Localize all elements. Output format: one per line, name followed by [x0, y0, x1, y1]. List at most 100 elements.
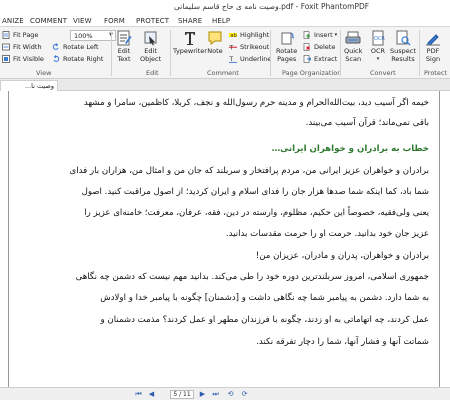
note-icon [208, 31, 222, 45]
chevron-down-icon: ▾ [334, 32, 338, 38]
text-line: خیمه اگر آسیب دید، بیت‌الله‌الحرام و مدی… [83, 98, 429, 108]
rotate-left-button[interactable]: Rotate Left [52, 42, 99, 52]
insert-page-icon [303, 31, 310, 39]
edit-text-button[interactable]: Edit Text [116, 30, 132, 63]
ribbon-separator [170, 30, 171, 76]
convert-group-label: Convert [370, 69, 396, 77]
menu-organize[interactable]: ANIZE [2, 17, 24, 25]
first-page-icon[interactable]: ⏮ [134, 390, 143, 399]
typewriter-button[interactable]: Typewriter [173, 30, 207, 56]
edit-group-label: Edit [146, 69, 159, 77]
edit-text-label-2: Text [117, 54, 131, 63]
next-page-icon[interactable]: ▶ [198, 390, 207, 399]
rotate-pages-button[interactable]: Rotate Pages [276, 30, 297, 63]
svg-text:ab: ab [231, 33, 237, 39]
strikeout-button[interactable]: T Strikeout [229, 42, 269, 52]
menu-help[interactable]: HELP [212, 17, 230, 25]
delete-label: Delete [314, 43, 336, 51]
strikeout-label: Strikeout [240, 43, 270, 51]
comment-group-label: Comment [207, 69, 239, 77]
protect-group-label: Protect [424, 69, 447, 77]
title-bar: وصیت نامه ی حاج قاسم سلیمانی.pdf - Foxit… [0, 0, 450, 14]
typewriter-icon [184, 32, 195, 45]
strikeout-icon: T [229, 45, 237, 52]
last-page-icon[interactable]: ⏭ [211, 390, 220, 399]
menu-share[interactable]: SHARE [178, 17, 202, 25]
insert-button[interactable]: Insert ▾ [303, 30, 337, 40]
page-number-input[interactable]: 5 / 11 [170, 390, 194, 399]
zoom-select[interactable]: 100% ▼ [70, 30, 116, 41]
ocr-icon: OCR [372, 30, 385, 46]
previous-view-icon[interactable]: ⟲ [226, 390, 235, 399]
ocr-button[interactable]: OCR OCR ▾ [370, 30, 386, 63]
rotate-right-label: Rotate Right [63, 55, 104, 63]
window-title: وصیت نامه ی حاج قاسم سلیمانی.pdf - Foxit… [174, 2, 370, 11]
fit-visible-button[interactable]: Fit Visible [2, 54, 44, 64]
text-line: شما باد، کما اینکه شما صدها هزار جان را … [81, 187, 429, 197]
chevron-down-icon: ▾ [376, 55, 380, 62]
pdf-sign-button[interactable]: PDF Sign [425, 30, 441, 63]
suspect-results-button[interactable]: Suspect Results [390, 30, 416, 63]
underline-icon: T [229, 56, 237, 63]
highlight-label: Highlight [240, 31, 270, 39]
note-button[interactable]: Note [207, 30, 223, 56]
zoom-value: 100% [74, 32, 93, 40]
underline-label: Underline [240, 55, 272, 63]
menu-comment[interactable]: COMMENT [30, 17, 67, 25]
quick-scan-button[interactable]: Quick Scan [344, 30, 362, 63]
text-line: یعنی ولی‌فقیه، خصوصاً این حکیم، مظلوم، و… [84, 208, 429, 218]
text-line: عمل کردند، چه اتهاماتی به او زدند، چگونه… [100, 315, 429, 325]
document-workspace: خیمه اگر آسیب دید، بیت‌الله‌الحرام و مدی… [0, 91, 450, 387]
fit-page-icon [2, 31, 10, 39]
edit-object-icon [144, 31, 157, 46]
fit-page-label: Fit Page [13, 31, 39, 39]
svg-text:OCR: OCR [374, 36, 385, 42]
fit-visible-label: Fit Visible [13, 55, 44, 63]
fit-width-button[interactable]: Fit Width [2, 42, 42, 52]
text-line: برادران و خواهران عزیز ایرانی من، مردم پ… [69, 166, 429, 176]
svg-text:T: T [229, 45, 234, 52]
pen-sign-icon [426, 34, 440, 46]
delete-button[interactable]: Delete [303, 42, 335, 52]
edit-text-icon [117, 30, 132, 46]
page-navigation-bar: ⏮ ◀ 5 / 11 ▶ ⏭ ⟲ ⟳ [0, 387, 450, 400]
typewriter-label: Typewriter [173, 47, 207, 55]
suspect-results-label-2: Results [391, 54, 415, 63]
menu-protect[interactable]: PROTECT [136, 17, 169, 25]
text-line: عزیز جان خود بدانید. حرمت او را حرمت مقد… [225, 229, 429, 239]
note-label: Note [207, 47, 223, 55]
fit-width-label: Fit Width [13, 43, 42, 51]
menu-form[interactable]: FORM [104, 17, 125, 25]
fit-page-button[interactable]: Fit Page [2, 30, 38, 40]
ribbon-separator [270, 30, 271, 76]
text-line: جمهوری اسلامی، امروز سربلندترین دوره خود… [75, 272, 429, 282]
scanner-icon [345, 31, 361, 44]
view-group-label: View [36, 69, 52, 77]
ocr-label: OCR [370, 47, 386, 55]
previous-page-icon[interactable]: ◀ [147, 390, 156, 399]
rotate-right-icon [53, 55, 60, 62]
rotate-left-icon [52, 43, 59, 50]
text-line: به شما دارد. دشمن به پیامبر شما چه نگاهی… [100, 293, 429, 303]
text-line: شماتت آنها و فشار آنها، شما را دچار تفرق… [256, 337, 429, 347]
menu-view[interactable]: VIEW [73, 17, 92, 25]
rotate-pages-label-2: Pages [277, 54, 297, 63]
fit-visible-icon [2, 55, 10, 63]
underline-button[interactable]: T Underline [229, 54, 271, 64]
menu-bar: ANIZE COMMENT VIEW FORM PROTECT SHARE HE… [0, 14, 450, 27]
next-view-icon[interactable]: ⟳ [240, 390, 249, 399]
edit-object-button[interactable]: Edit Object [140, 30, 161, 63]
document-tab[interactable]: وصیت نا... [0, 80, 58, 91]
rotate-right-button[interactable]: Rotate Right [52, 54, 103, 64]
quick-scan-label-2: Scan [345, 54, 362, 63]
highlight-icon: ab [229, 33, 237, 39]
highlight-button[interactable]: ab Highlight [229, 30, 269, 40]
extract-page-icon [303, 55, 311, 63]
ribbon-toolbar: Fit Page Fit Width Fit Visible 100% ▼ Ro… [0, 27, 450, 79]
document-tab-strip: وصیت نا... [0, 79, 450, 91]
extract-button[interactable]: Extract [303, 54, 337, 64]
text-line: برادران و خواهران، پدران و مادران، عزیزا… [255, 251, 429, 261]
pdf-page: خیمه اگر آسیب دید، بیت‌الله‌الحرام و مدی… [8, 91, 440, 387]
ribbon-separator [419, 30, 420, 76]
rotate-pages-icon [281, 32, 294, 45]
